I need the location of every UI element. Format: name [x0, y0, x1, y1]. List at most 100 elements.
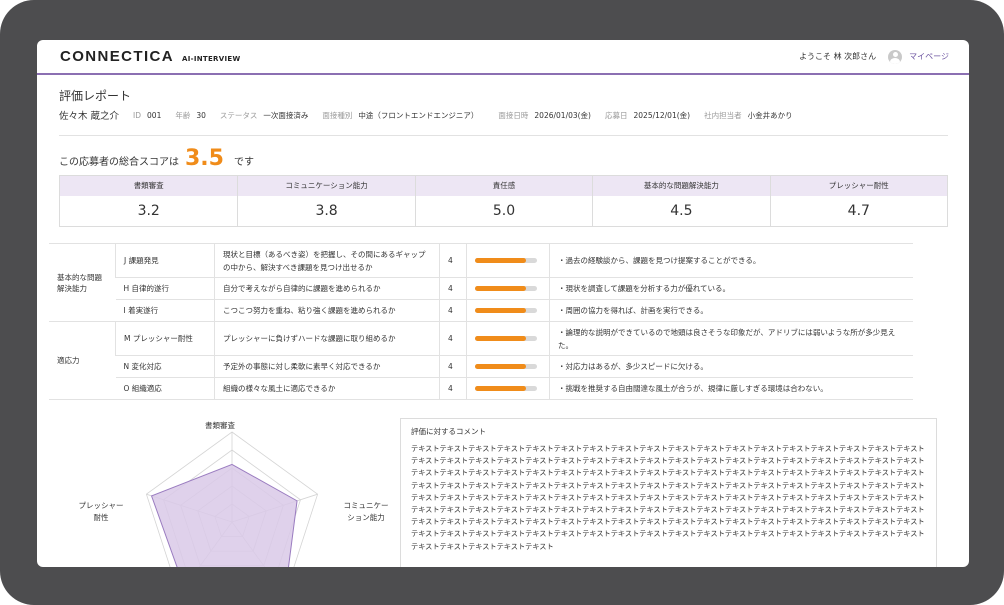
item-comment: ・過去の経験談から、課題を見つけ提案することができる。 [549, 243, 913, 278]
category-score-table: 書類審査 3.2 コミュニケーション能力 3.8 責任感 5.0 基本的な問題解… [59, 175, 948, 227]
info-value-interview-type: 中途（フロントエンドエンジニア） [358, 110, 479, 120]
total-score-prefix: この応募者の総合スコアは [59, 157, 179, 168]
welcome-text: ようこそ 林 次郎さん [799, 52, 877, 61]
report-content: 評価レポート 佐々木 蔵之介 ID 001 年齢 30 ステータス 一次面接済み… [37, 75, 969, 227]
item-code: N 変化対応 [115, 355, 215, 378]
item-code: H 自律的遂行 [115, 277, 215, 300]
info-label-id: ID [133, 110, 142, 120]
page-title: 評価レポート [59, 89, 132, 103]
app-header: CONNECTICA AI-INTERVIEW ようこそ 林 次郎さん マイペー… [37, 40, 969, 75]
item-comment: ・現状を調査して課題を分析する力が優れている。 [549, 277, 913, 300]
info-value-age: 30 [196, 110, 206, 120]
item-comment: ・挑戦を推奨する自由闊達な風土が合うが、規律に厳しすぎる環境は合わない。 [549, 377, 913, 400]
score-header: 基本的な問題解決能力 [593, 176, 770, 196]
item-description: 組織の様々な風土に適応できるか [214, 377, 440, 400]
app-screen: CONNECTICA AI-INTERVIEW ようこそ 林 次郎さん マイペー… [37, 40, 969, 567]
info-label-status: ステータス [219, 110, 258, 120]
item-score: 4 [439, 243, 467, 278]
radar-label-document: 書類審査 [205, 421, 235, 430]
item-code: I 着実遂行 [115, 299, 215, 322]
item-description: 自分で考えながら自律的に課題を進められるか [214, 277, 440, 300]
score-header: 責任感 [415, 176, 593, 196]
info-label-staff: 社内担当者 [704, 110, 742, 120]
item-comment: ・周囲の協力を得れば、計画を実行できる。 [549, 299, 913, 322]
header-user-area: ようこそ 林 次郎さん マイページ [799, 49, 949, 64]
logo[interactable]: CONNECTICA AI-INTERVIEW [60, 48, 240, 65]
total-score-value: 3.5 [185, 146, 224, 171]
radar-series-area [150, 463, 298, 567]
item-description: こつこつ努力を重ね、粘り強く課題を進められるか [214, 299, 440, 322]
candidate-info: 佐々木 蔵之介 ID 001 年齢 30 ステータス 一次面接済み 面接種別 中… [59, 108, 948, 136]
table-row: N 変化対応 予定外の事態に対し柔軟に素早く対応できるか 4 ・対応力はあるが、… [49, 355, 913, 378]
category-label: 基本的な問題解決能力 [49, 243, 116, 322]
score-header: コミュニケーション能力 [238, 176, 415, 196]
total-score-row: この応募者の総合スコアは 3.5 です [59, 146, 948, 171]
radar-chart: 書類審査 コミュニケーション能力 プレッシャー耐性 [57, 412, 407, 567]
table-row: 適応力 M プレッシャー耐性 プレッシャーに負けずハードな課題に取り組めるか 4… [49, 321, 913, 400]
evaluation-comment-box: 評価に対するコメント テキストテキストテキストテキストテキストテキストテキストテ… [400, 418, 937, 567]
info-value-staff: 小金井あかり [747, 110, 793, 120]
radar-chart-svg [145, 431, 319, 567]
score-header: 書類審査 [60, 176, 238, 196]
category-label: 適応力 [49, 321, 116, 400]
item-score: 4 [439, 377, 467, 400]
score-bar [475, 308, 537, 313]
info-value-id: 001 [147, 110, 162, 120]
table-row: H 自律的遂行 自分で考えながら自律的に課題を進められるか 4 ・現状を調査して… [49, 277, 913, 300]
item-score: 4 [439, 321, 467, 356]
item-code: J 課題発見 [115, 243, 215, 278]
item-code: M プレッシャー耐性 [115, 321, 215, 356]
info-value-apply-date: 2025/12/01(金) [633, 110, 691, 120]
candidate-name: 佐々木 蔵之介 [59, 111, 120, 122]
item-score: 4 [439, 277, 467, 300]
item-score: 4 [439, 299, 467, 322]
score-cell-responsibility: 責任感 5.0 [414, 176, 593, 226]
logo-subtext: AI-INTERVIEW [182, 55, 241, 63]
score-bar [475, 286, 537, 291]
evaluation-detail-table: 基本的な問題解決能力 J 課題発見 現状と目標（あるべき姿）を把握し、その間にあ… [49, 243, 913, 400]
item-code: O 組織適応 [115, 377, 215, 400]
score-bar-fill [475, 336, 526, 341]
user-avatar-icon [888, 49, 903, 64]
item-description: プレッシャーに負けずハードな課題に取り組めるか [214, 321, 440, 356]
score-value: 4.5 [670, 203, 693, 219]
radar-label-pressure: プレッシャー耐性 [78, 501, 124, 522]
mypage-link[interactable]: マイページ [888, 49, 949, 64]
info-label-apply-date: 応募日 [605, 110, 628, 120]
info-value-status: 一次面接済み [263, 110, 309, 120]
score-bar-fill [475, 364, 526, 369]
score-value: 5.0 [492, 203, 516, 219]
score-bar-fill [475, 258, 526, 263]
table-row: O 組織適応 組織の様々な風土に適応できるか 4 ・挑戦を推奨する自由闊達な風土… [49, 377, 913, 400]
score-bar [475, 258, 537, 263]
item-description: 予定外の事態に対し柔軟に素早く対応できるか [214, 355, 440, 378]
total-score-suffix: です [233, 157, 254, 168]
score-cell-pressure: プレッシャー耐性 4.7 [769, 176, 947, 226]
logo-text: CONNECTICA [60, 48, 174, 65]
info-label-age: 年齢 [175, 110, 191, 120]
info-label-interview-type: 面接種別 [322, 110, 353, 120]
item-description: 現状と目標（あるべき姿）を把握し、その間にあるギャップの中から、解決すべき課題を… [214, 243, 440, 278]
score-bar [475, 386, 537, 391]
info-value-interview-date: 2026/01/03(金) [534, 110, 591, 120]
item-score: 4 [439, 355, 467, 378]
score-bar-fill [475, 286, 526, 291]
score-header: プレッシャー耐性 [770, 176, 947, 196]
score-cell-problem-solving: 基本的な問題解決能力 4.5 [592, 176, 770, 226]
info-label-interview-date: 面接日時 [498, 110, 529, 120]
score-bar-fill [475, 386, 526, 391]
table-row: I 着実遂行 こつこつ努力を重ね、粘り強く課題を進められるか 4 ・周囲の協力を… [49, 299, 913, 322]
score-bar [475, 336, 537, 341]
score-value: 3.2 [137, 203, 160, 219]
score-bar-fill [475, 308, 526, 313]
score-bar [475, 364, 537, 369]
item-comment: ・論理的な説明ができているので地頭は良さそうな印象だが、アドリブには弱いような所… [549, 321, 913, 356]
score-cell-document: 書類審査 3.2 [60, 176, 238, 226]
comment-text: テキストテキストテキストテキストテキストテキストテキストテキストテキストテキスト… [411, 444, 925, 551]
score-cell-communication: コミュニケーション能力 3.8 [237, 176, 415, 226]
score-value: 3.8 [315, 203, 338, 219]
mypage-label: マイページ [909, 52, 949, 61]
score-value: 4.7 [847, 203, 870, 219]
table-row: 基本的な問題解決能力 J 課題発見 現状と目標（あるべき姿）を把握し、その間にあ… [49, 243, 913, 322]
item-comment: ・対応力はあるが、多少スピードに欠ける。 [549, 355, 913, 378]
